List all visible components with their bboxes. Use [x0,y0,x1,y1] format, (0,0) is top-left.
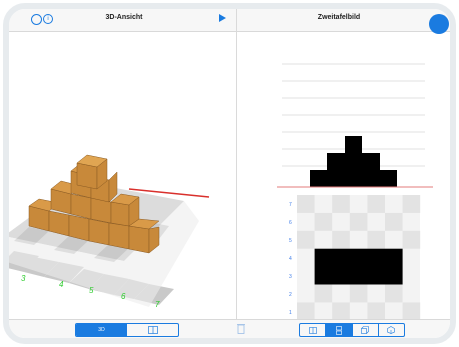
front-view [277,63,433,188]
back-icon[interactable] [31,14,42,25]
box-icon [361,326,369,334]
two-view-drawing[interactable]: 7 6 5 4 3 2 1 1 2 3 4 5 6 7 [237,31,456,331]
cube-view-button[interactable] [377,324,404,336]
left-panel-title: 3D-Ansicht [105,14,143,21]
svg-text:7: 7 [289,202,292,208]
front-view-silhouette [310,136,397,187]
play-icon[interactable] [219,14,226,22]
svg-text:3: 3 [289,274,292,280]
trash-icon[interactable] [237,323,245,334]
stack-icon [336,325,342,335]
view-3d-button[interactable]: 3D [76,324,127,336]
split-view-button[interactable] [300,324,327,336]
svg-text:5: 5 [289,238,292,244]
bottom-toolbar: 3D [9,319,450,338]
top-view-silhouette [314,248,403,285]
3d-view[interactable]: 3 4 5 6 7 [9,31,235,331]
top-view-row-labels: 7 6 5 4 3 2 1 [289,202,292,316]
cube-icon [387,326,396,334]
app-frame: i 3D-Ansicht Zweitafelbild 3 4 5 6 7 7 6… [3,3,456,344]
projection-segment[interactable] [299,323,405,337]
3d-label-4: 4 [59,280,64,289]
stack-view-button[interactable] [326,324,352,336]
3d-label-7: 7 [155,300,160,309]
view-mode-segment[interactable]: 3D [75,323,179,337]
3d-label-6: 6 [121,292,126,301]
svg-text:2: 2 [289,292,292,298]
view-layout-button[interactable] [127,324,178,336]
top-toolbar: i 3D-Ansicht Zweitafelbild [9,9,450,34]
split-icon [308,326,317,334]
grid-layout-icon [147,326,158,334]
svg-text:4: 4 [289,256,292,262]
top-view: 7 6 5 4 3 2 1 1 2 3 4 5 6 7 [289,195,421,330]
right-panel-title: Zweitafelbild [317,14,361,21]
svg-text:6: 6 [289,220,292,226]
box-view-button[interactable] [351,324,378,336]
3d-label-5: 5 [89,286,94,295]
3d-label-3: 3 [21,274,26,283]
svg-text:1: 1 [289,310,292,316]
